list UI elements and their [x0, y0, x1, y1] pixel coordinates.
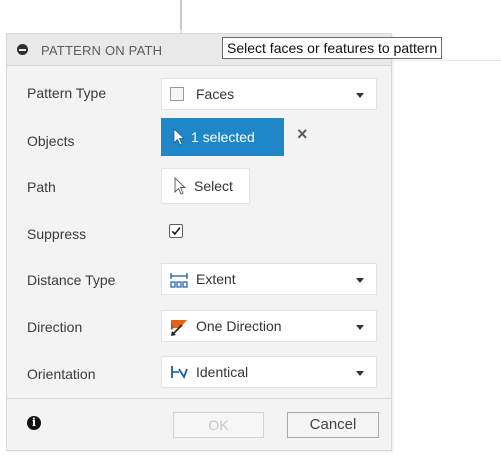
distance-type-label: Distance Type	[27, 272, 116, 288]
checkmark-icon	[171, 226, 181, 236]
orientation-label: Orientation	[27, 366, 96, 382]
ok-button[interactable]: OK	[173, 412, 264, 438]
path-select-button[interactable]: Select	[161, 168, 250, 204]
dialog-footer: i OK Cancel	[7, 398, 391, 450]
chevron-down-icon	[356, 371, 364, 376]
info-icon[interactable]: i	[27, 416, 41, 430]
suppress-label: Suppress	[27, 226, 87, 242]
identical-icon	[171, 366, 188, 380]
objects-selection-count: 1 selected	[191, 129, 255, 145]
pattern-on-path-dialog: PATTERN ON PATH Pattern Type Faces Objec…	[6, 33, 392, 451]
orientation-value: Identical	[196, 364, 249, 380]
collapse-icon[interactable]	[17, 44, 28, 55]
one-direction-icon	[171, 320, 187, 336]
orientation-dropdown[interactable]: Identical	[161, 356, 377, 388]
canvas-background-geometry	[390, 60, 501, 151]
path-select-label: Select	[194, 178, 233, 194]
chevron-down-icon	[356, 93, 364, 98]
distance-type-dropdown[interactable]: Extent	[161, 263, 377, 295]
suppress-checkbox[interactable]	[169, 224, 183, 238]
dialog-title: PATTERN ON PATH	[41, 43, 163, 58]
selection-tooltip: Select faces or features to pattern	[222, 37, 443, 59]
canvas-axis-line	[180, 0, 182, 30]
objects-label: Objects	[27, 133, 75, 149]
cursor-arrow-icon	[173, 128, 186, 146]
distance-type-value: Extent	[196, 271, 236, 287]
direction-value: One Direction	[196, 318, 282, 334]
direction-dropdown[interactable]: One Direction	[161, 310, 377, 342]
clear-selection-icon[interactable]: ×	[297, 125, 308, 143]
extent-icon	[170, 273, 188, 288]
pattern-type-label: Pattern Type	[27, 85, 107, 101]
pattern-type-dropdown[interactable]: Faces	[161, 78, 377, 110]
cancel-button[interactable]: Cancel	[287, 412, 379, 438]
cursor-arrow-icon	[174, 177, 187, 195]
chevron-down-icon	[356, 325, 364, 330]
direction-label: Direction	[27, 319, 83, 335]
pattern-type-value: Faces	[196, 86, 235, 102]
chevron-down-icon	[356, 278, 364, 283]
path-label: Path	[27, 179, 56, 195]
face-square-icon	[170, 87, 184, 101]
objects-selection-button[interactable]: 1 selected	[161, 118, 284, 156]
